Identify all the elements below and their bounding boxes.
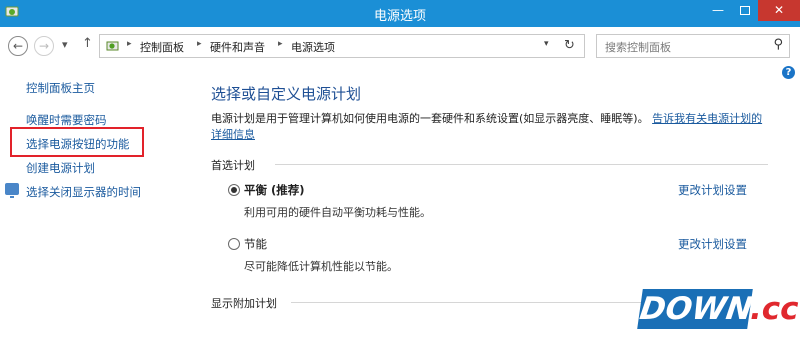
sidebar-item-control-panel-home[interactable]: 控制面板主页 bbox=[26, 80, 95, 96]
close-button[interactable]: ✕ bbox=[758, 0, 800, 21]
refresh-icon[interactable]: ↻ bbox=[564, 38, 575, 53]
forward-button[interactable]: → bbox=[34, 36, 54, 56]
breadcrumb-separator[interactable]: ▸ bbox=[278, 39, 283, 49]
help-icon[interactable]: ? bbox=[782, 66, 795, 79]
monitor-icon bbox=[5, 183, 19, 198]
back-button[interactable]: ← bbox=[8, 36, 28, 56]
title-bar: 电源选项 — ✕ bbox=[0, 0, 800, 27]
sidebar-item-create-plan[interactable]: 创建电源计划 bbox=[26, 160, 95, 176]
plan-balanced-description: 利用可用的硬件自动平衡功耗与性能。 bbox=[244, 206, 431, 219]
divider bbox=[291, 302, 641, 303]
address-dropdown-icon[interactable]: ▾ bbox=[544, 39, 549, 49]
breadcrumb-hardware-sound[interactable]: 硬件和声音 bbox=[210, 39, 265, 55]
page-description: 电源计划是用于管理计算机如何使用电源的一套硬件和系统设置(如显示器亮度、睡眠等)… bbox=[211, 111, 766, 143]
navigation-bar: ← → ▾ ↑ ▸ 控制面板 ▸ 硬件和声音 ▸ 电源选项 ▾ ↻ 搜索控制面板… bbox=[0, 27, 800, 65]
search-placeholder: 搜索控制面板 bbox=[605, 41, 671, 54]
address-bar[interactable]: ▸ 控制面板 ▸ 硬件和声音 ▸ 电源选项 ▾ ↻ bbox=[99, 34, 585, 58]
minimize-button[interactable]: — bbox=[705, 0, 731, 21]
balanced-radio[interactable] bbox=[228, 184, 240, 196]
recent-pages-button[interactable]: ▾ bbox=[62, 38, 68, 51]
sidebar-item-power-button[interactable]: 选择电源按钮的功能 bbox=[26, 136, 130, 152]
power-saver-radio[interactable] bbox=[228, 238, 240, 250]
breadcrumb-power-options[interactable]: 电源选项 bbox=[291, 39, 335, 55]
breadcrumb-separator[interactable]: ▸ bbox=[197, 39, 202, 49]
plan-balanced-name[interactable]: 平衡 (推荐) bbox=[244, 182, 305, 198]
description-text: 电源计划是用于管理计算机如何使用电源的一套硬件和系统设置(如显示器亮度、睡眠等)… bbox=[211, 112, 649, 125]
breadcrumb-control-panel[interactable]: 控制面板 bbox=[140, 39, 184, 55]
watermark-down: DOWN bbox=[637, 289, 755, 329]
maximize-button[interactable] bbox=[732, 0, 758, 21]
sidebar-item-wake-password[interactable]: 唤醒时需要密码 bbox=[26, 112, 107, 128]
page-heading: 选择或自定义电源计划 bbox=[211, 85, 362, 103]
search-input[interactable]: 搜索控制面板 ⚲ bbox=[596, 34, 790, 58]
maximize-icon bbox=[740, 6, 750, 15]
watermark-cc: .cc bbox=[750, 291, 799, 327]
divider bbox=[275, 164, 768, 165]
control-panel-icon bbox=[106, 41, 119, 51]
preferred-plans-label: 首选计划 bbox=[211, 159, 255, 172]
sidebar-item-display-off[interactable]: 选择关闭显示器的时间 bbox=[26, 184, 141, 200]
search-icon[interactable]: ⚲ bbox=[773, 37, 783, 52]
change-plan-settings-link[interactable]: 更改计划设置 bbox=[678, 182, 747, 198]
breadcrumb-separator[interactable]: ▸ bbox=[127, 39, 132, 49]
watermark-logo: DOWN .cc bbox=[637, 287, 799, 331]
show-additional-plans-toggle[interactable]: 显示附加计划 bbox=[211, 295, 277, 311]
change-plan-settings-link[interactable]: 更改计划设置 bbox=[678, 236, 747, 252]
window-title: 电源选项 bbox=[373, 9, 426, 24]
plan-power-saver-name[interactable]: 节能 bbox=[244, 236, 267, 252]
plan-power-saver-description: 尽可能降低计算机性能以节能。 bbox=[244, 260, 398, 273]
up-button[interactable]: ↑ bbox=[82, 36, 93, 51]
